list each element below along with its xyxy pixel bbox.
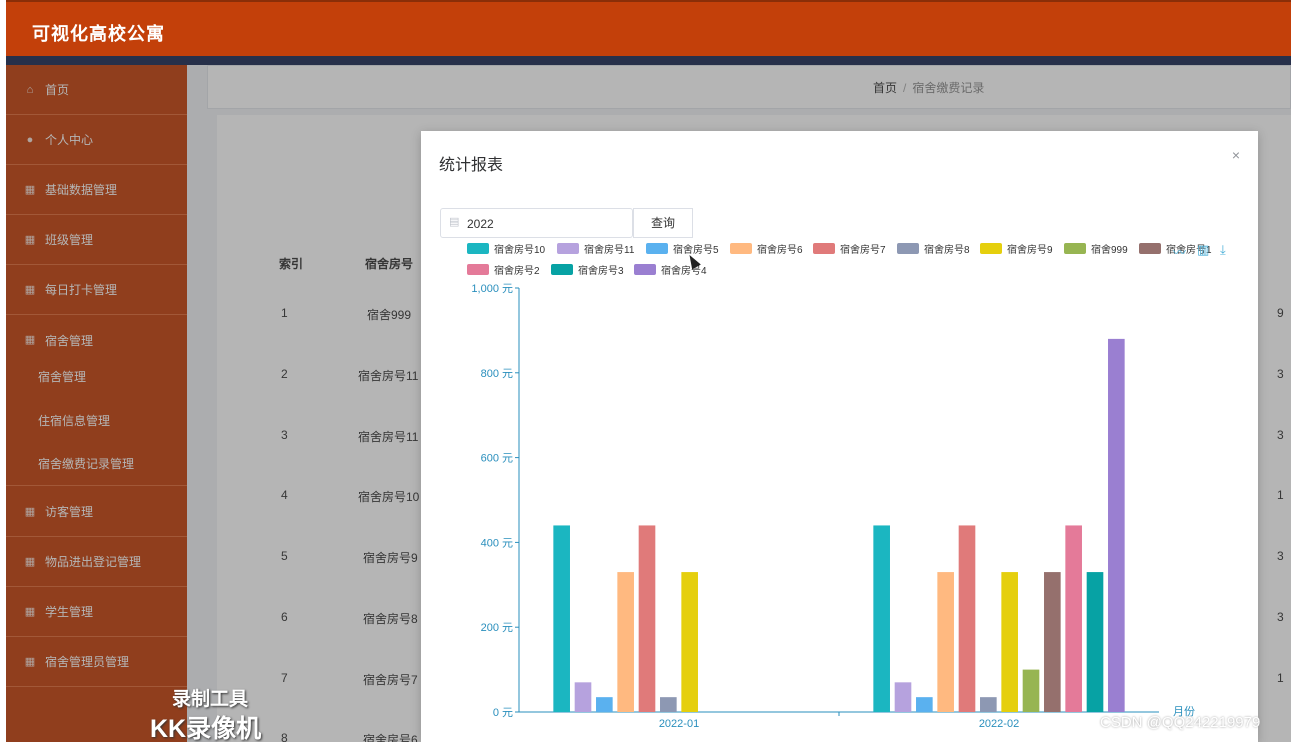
line-chart-icon[interactable]: 〰 <box>1173 242 1186 261</box>
legend-swatch <box>646 243 668 254</box>
legend-swatch <box>730 243 752 254</box>
bar <box>660 697 677 712</box>
legend-item[interactable]: 宿舍房号8 <box>897 241 970 256</box>
legend-item[interactable]: 宿舍房号9 <box>980 241 1053 256</box>
legend-label: 宿舍房号11 <box>584 245 635 256</box>
legend-item[interactable]: 宿舍房号11 <box>557 241 634 256</box>
csdn-watermark: CSDN @QQ242219979 <box>1100 714 1261 731</box>
legend-label: 宿舍房号6 <box>757 245 803 256</box>
bar <box>553 525 570 712</box>
y-tick-label: 200 元 <box>481 622 513 634</box>
bar <box>980 697 997 712</box>
header-divider <box>6 56 1291 65</box>
dialog-title: 统计报表 <box>439 157 504 174</box>
legend-label: 宿舍房号10 <box>494 245 546 256</box>
legend-swatch <box>1064 243 1086 254</box>
bar <box>574 682 592 712</box>
download-icon[interactable]: ⤓ <box>1220 242 1226 258</box>
legend-item[interactable]: 宿舍房号7 <box>813 241 886 256</box>
stats-dialog: 统计报表 × ▤ 2022 查询 宿舍房号10 宿舍房号11 宿舍房号5 宿舍房号6 宿… <box>421 131 1258 742</box>
bar <box>596 697 613 712</box>
y-tick-label: 400 元 <box>481 537 513 549</box>
query-button[interactable]: 查询 <box>633 208 693 238</box>
calendar-icon: ▤ <box>449 216 460 228</box>
bar-chart: 0 元 200 元 400 元 600 元 800 元 1,000 元 2022-01 202… <box>471 283 1195 730</box>
bar <box>1086 572 1104 712</box>
y-tick-label: 1,000 元 <box>471 283 513 295</box>
app-title: 可视化高校公寓 <box>32 24 165 44</box>
legend-swatch <box>897 243 919 254</box>
year-value: 2022 <box>467 217 494 231</box>
bar <box>681 572 698 712</box>
bar <box>1001 572 1018 712</box>
bar <box>894 682 912 712</box>
legend-swatch <box>1139 243 1161 254</box>
close-icon[interactable]: × <box>1232 147 1240 163</box>
watermark-line2: KK录像机 <box>150 715 262 742</box>
bar <box>873 525 890 712</box>
watermark-line1: 录制工具 <box>172 689 249 710</box>
legend-label: 宿舍房号7 <box>840 245 886 256</box>
y-tick-label: 0 元 <box>493 707 513 719</box>
legend-item[interactable]: 宿舍房号10 <box>467 241 545 256</box>
legend-swatch <box>980 243 1002 254</box>
legend-swatch <box>557 243 579 254</box>
y-tick-label: 800 元 <box>481 368 513 380</box>
bar <box>1065 525 1082 712</box>
legend-item[interactable]: 宿舍999 <box>1064 241 1128 256</box>
bar <box>617 572 634 712</box>
legend-label: 宿舍房号9 <box>1007 245 1053 256</box>
bar <box>638 525 656 712</box>
bar <box>916 697 933 712</box>
legend-label: 宿舍房号8 <box>924 245 970 256</box>
bar <box>1044 572 1061 712</box>
legend-swatch <box>813 243 835 254</box>
top-header: 可视化高校公寓 <box>6 0 1291 56</box>
x-tick-label: 2022-01 <box>659 718 699 730</box>
bar-chart-icon[interactable]: ▥ <box>1197 242 1209 258</box>
y-tick-label: 600 元 <box>481 453 513 465</box>
bar <box>958 525 976 712</box>
bar <box>937 572 954 712</box>
legend-label: 宿舍房号5 <box>673 245 719 256</box>
year-picker[interactable]: ▤ 2022 <box>440 208 633 238</box>
legend-item[interactable]: 宿舍房号6 <box>730 241 803 256</box>
legend-label: 宿舍999 <box>1091 245 1128 256</box>
x-tick-label: 2022-02 <box>979 718 1019 730</box>
bar <box>1108 338 1125 712</box>
bar <box>1022 669 1040 712</box>
legend-swatch <box>467 243 489 254</box>
legend-item[interactable]: 宿舍房号5 <box>646 241 719 256</box>
